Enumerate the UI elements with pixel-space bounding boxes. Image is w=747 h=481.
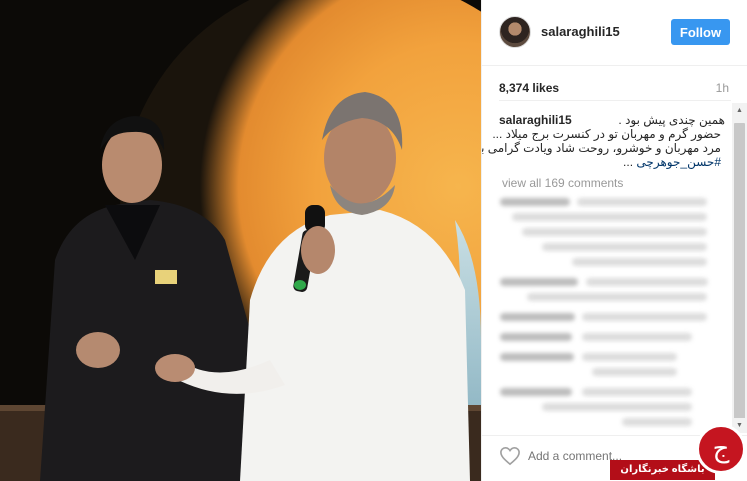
blurred-comment-text: [582, 353, 677, 361]
news-agency-watermark: باشگاه خبرنگاران ج: [610, 424, 747, 481]
blurred-comment-user: [500, 198, 570, 206]
blurred-comment-text: [582, 313, 707, 321]
hashtag-link[interactable]: #حسن_جوهرچی: [636, 155, 721, 169]
blurred-comment-text: [542, 403, 692, 411]
likes-count[interactable]: 8,374 likes: [499, 81, 559, 95]
watermark-logo: ج: [696, 424, 746, 474]
divider: [499, 100, 731, 101]
watermark-label: باشگاه خبرنگاران: [610, 460, 715, 480]
comments-scrollbar[interactable]: ▲ ▼: [732, 103, 747, 433]
blurred-comment-text: [542, 243, 707, 251]
blurred-comment-text: [582, 388, 692, 396]
caption-line-2: حضور گرم و مهربان تو در کنسرت برج میلاد …: [492, 127, 721, 141]
heart-icon[interactable]: [499, 446, 521, 466]
caption-line-1: همین چندی پیش بود .: [618, 113, 725, 127]
scroll-up-arrow-icon[interactable]: ▲: [732, 103, 747, 118]
follow-button[interactable]: Follow: [671, 19, 730, 45]
post-details-panel: salaraghili15 Follow 8,374 likes 1h sala…: [481, 0, 747, 481]
caption-ellipsis: ...: [623, 155, 634, 169]
caption-line-3: مرد مهربان و خوشرو، روحت شاد ویادت گرامی…: [482, 141, 721, 155]
post-photo: [0, 0, 481, 481]
concert-photo-illustration: [0, 0, 481, 481]
blurred-comment-text: [592, 368, 677, 376]
scrollbar-thumb[interactable]: [734, 123, 745, 423]
blurred-comment-text: [572, 258, 707, 266]
blurred-comment-text: [582, 333, 692, 341]
caption-line-4: #حسن_جوهرچی ...: [623, 155, 721, 169]
blurred-comment-text: [512, 213, 707, 221]
blurred-comment-user: [500, 353, 574, 361]
blurred-comment-user: [500, 333, 572, 341]
blurred-comment-user: [500, 313, 575, 321]
avatar[interactable]: [499, 16, 531, 48]
blurred-comment-text: [522, 228, 707, 236]
blurred-comment-text: [586, 278, 708, 286]
post-header: salaraghili15 Follow: [482, 0, 747, 66]
view-all-comments-link[interactable]: view all 169 comments: [502, 176, 623, 190]
blurred-comment-text: [577, 198, 707, 206]
blurred-comment-user: [500, 388, 572, 396]
blurred-comment-user: [500, 278, 578, 286]
caption-username[interactable]: salaraghili15: [499, 113, 572, 127]
instagram-post-view: salaraghili15 Follow 8,374 likes 1h sala…: [0, 0, 747, 481]
post-time[interactable]: 1h: [716, 81, 729, 95]
comments-list: salaraghili15 همین چندی پیش بود . حضور گ…: [482, 103, 747, 433]
username-link[interactable]: salaraghili15: [541, 24, 620, 39]
blurred-comment-text: [527, 293, 707, 301]
